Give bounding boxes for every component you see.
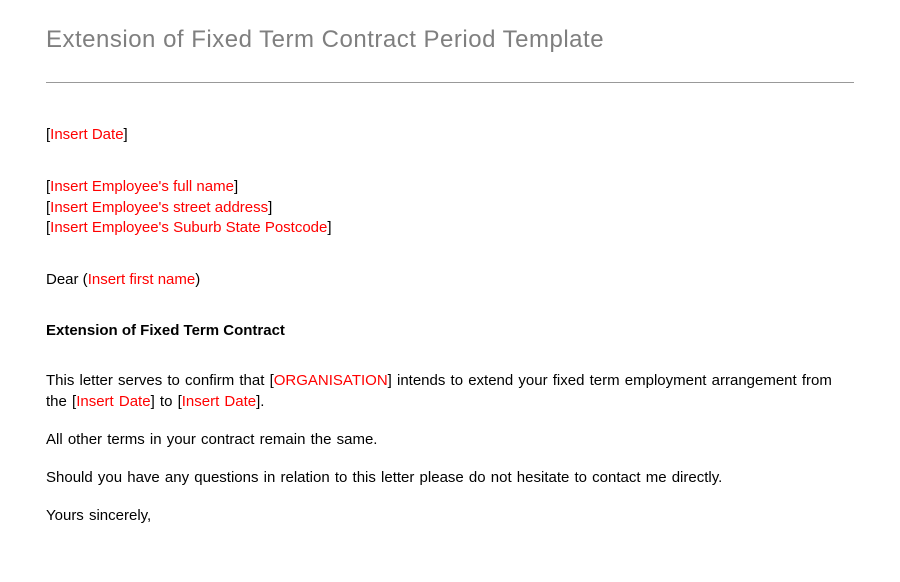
paragraph-2: All other terms in your contract remain … [46, 430, 854, 450]
paragraph-3: Should you have any questions in relatio… [46, 468, 854, 488]
closing: Yours sincerely, [46, 506, 854, 526]
salutation: Dear (Insert first name) [46, 270, 854, 290]
addr2-placeholder: Insert Employee's street address [50, 199, 268, 216]
addr2-close: ] [268, 199, 272, 216]
p1-text-1: This letter serves to confirm that [ [46, 372, 274, 389]
date-placeholder: Insert Date [50, 126, 123, 143]
title-divider [46, 82, 854, 83]
address-line-3: [Insert Employee's Suburb State Postcode… [46, 218, 854, 238]
addr3-close: ] [327, 219, 331, 236]
addr1-placeholder: Insert Employee's full name [50, 178, 234, 195]
paragraph-1: This letter serves to confirm that [ORGA… [46, 371, 854, 412]
p1-org-placeholder: ORGANISATION [274, 372, 388, 389]
addr3-placeholder: Insert Employee's Suburb State Postcode [50, 219, 327, 236]
p1-text-3: ] to [ [151, 393, 182, 410]
p1-text-4: ]. [256, 393, 264, 410]
address-line-1: [Insert Employee's full name] [46, 177, 854, 197]
address-block: [Insert Employee's full name] [Insert Em… [46, 177, 854, 238]
addr1-close: ] [234, 178, 238, 195]
salutation-placeholder: Insert first name [88, 271, 196, 288]
page-title: Extension of Fixed Term Contract Period … [46, 26, 854, 54]
date-close-bracket: ] [124, 126, 128, 143]
date-block: [Insert Date] [46, 125, 854, 145]
salutation-suffix: ) [195, 271, 200, 288]
subject-line: Extension of Fixed Term Contract [46, 322, 854, 339]
p1-date2-placeholder: Insert Date [182, 393, 256, 410]
salutation-prefix: Dear ( [46, 271, 88, 288]
address-line-2: [Insert Employee's street address] [46, 198, 854, 218]
p1-date1-placeholder: Insert Date [76, 393, 150, 410]
